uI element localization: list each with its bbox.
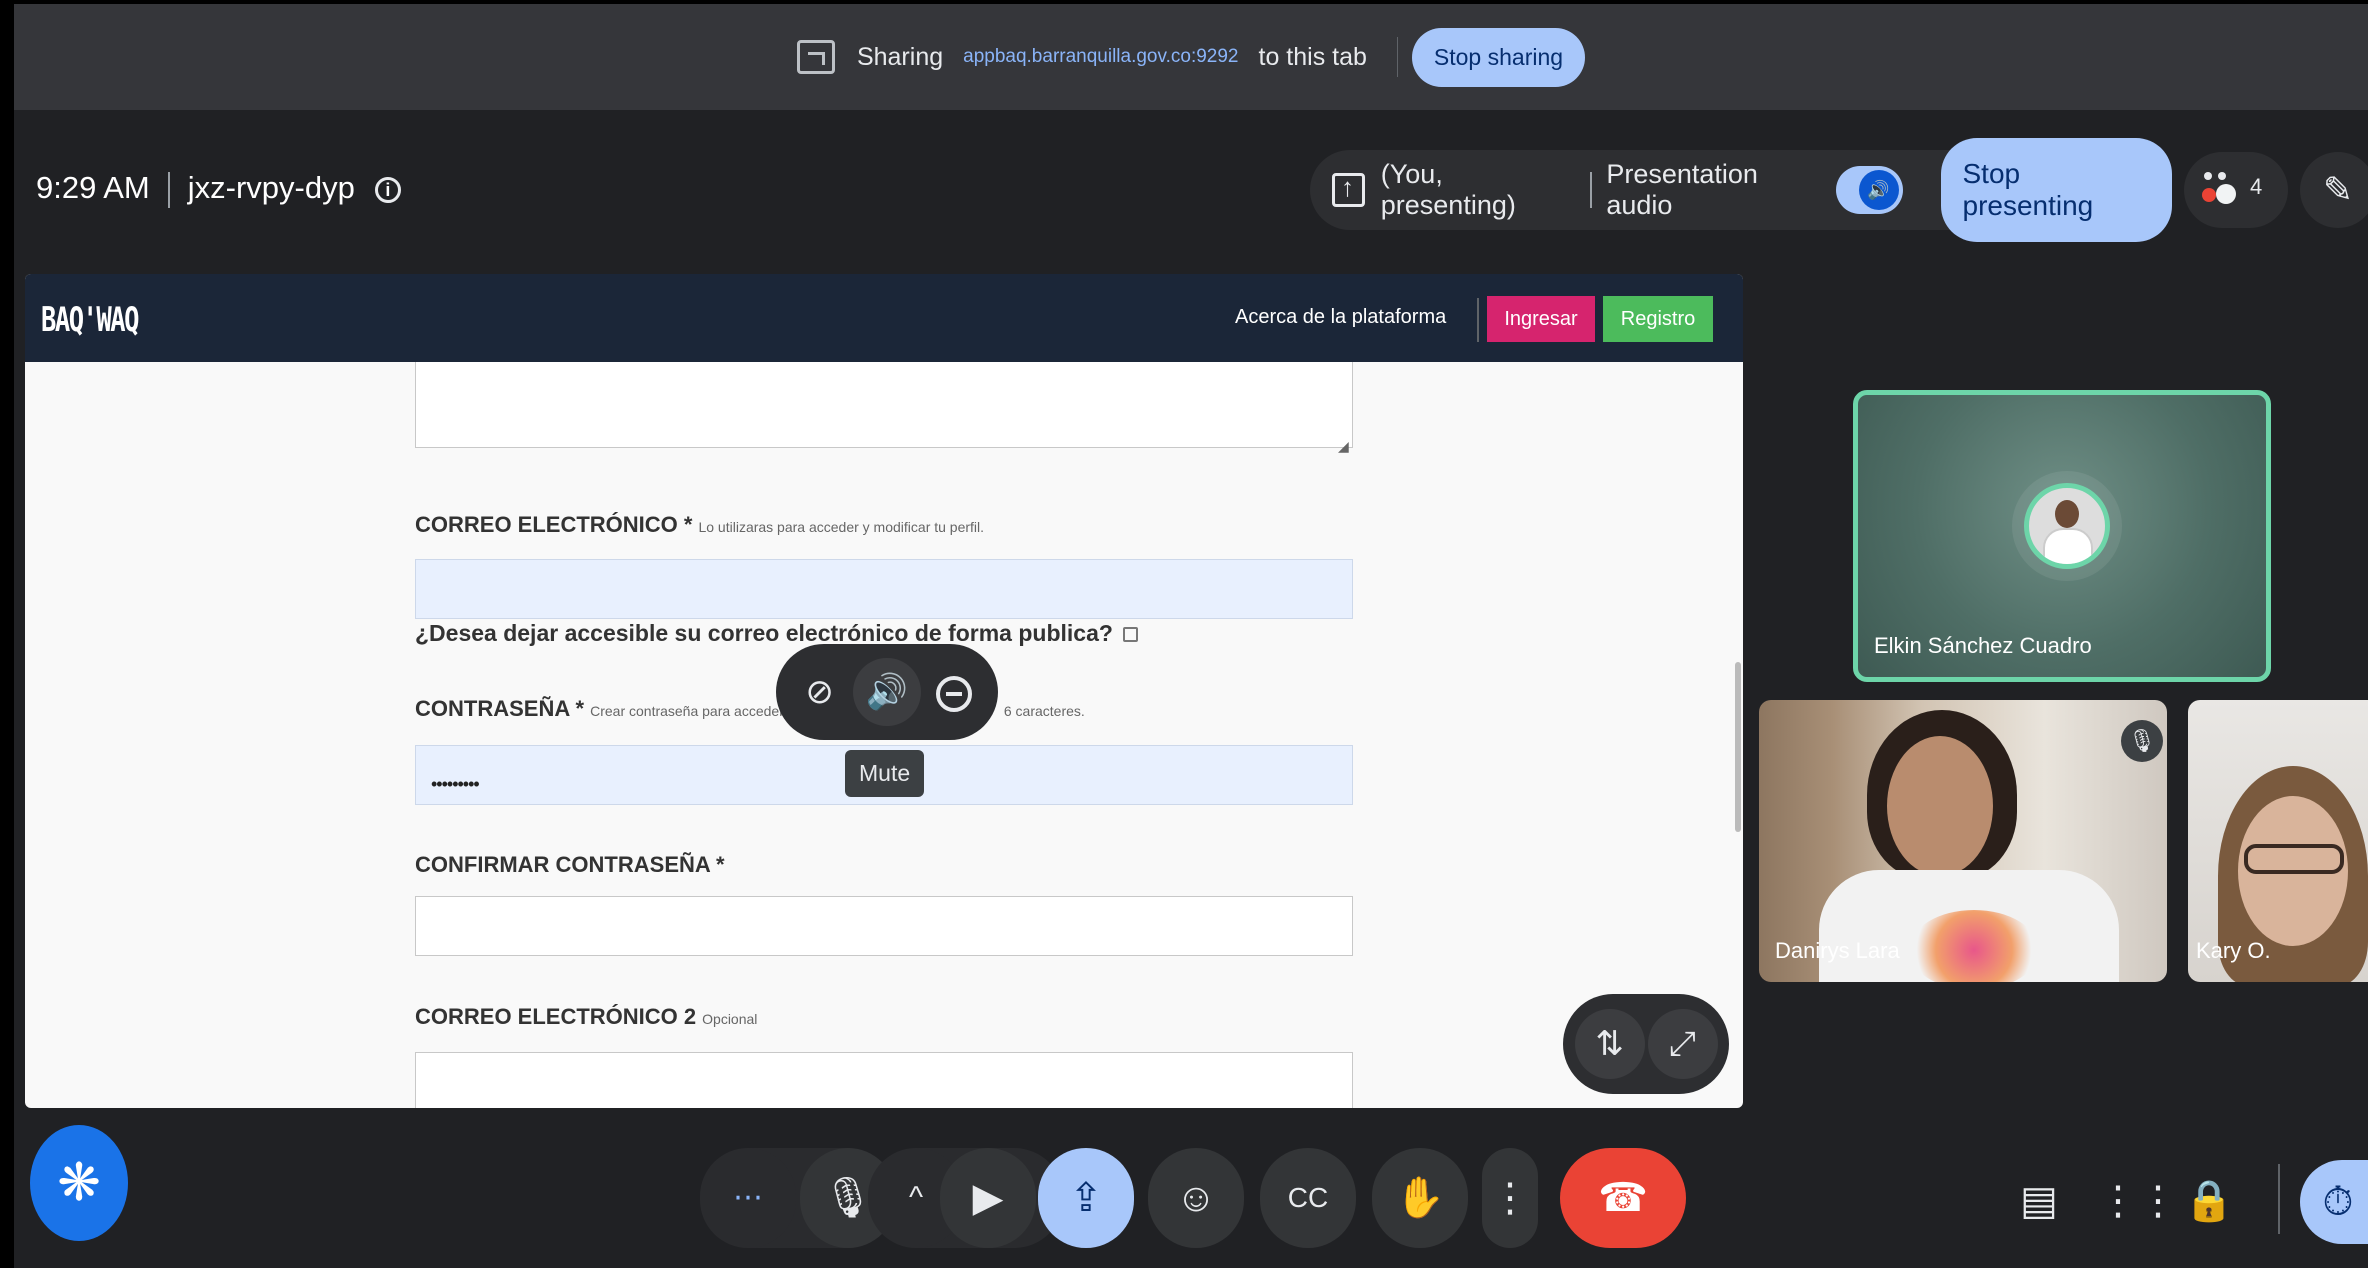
meeting-time: 9:29 AM bbox=[36, 170, 150, 205]
unpin-icon[interactable]: ⊘ bbox=[786, 658, 853, 726]
email-label: CORREO ELECTRÓNICO * Lo utilizaras para a… bbox=[415, 512, 984, 538]
confirm-password-label: CONFIRMAR CONTRASEÑA * bbox=[415, 852, 725, 877]
chat-icon[interactable]: ▤ bbox=[2014, 1176, 2064, 1226]
people-button[interactable]: 4 bbox=[2184, 152, 2288, 228]
meeting-info: 9:29 AM jxz-rvpy-dyp i bbox=[36, 170, 401, 208]
meeting-code: jxz-rvpy-dyp bbox=[187, 170, 355, 205]
mute-tooltip: Mute bbox=[845, 750, 925, 797]
sharing-suffix: to this tab bbox=[1258, 42, 1367, 71]
resize-handle-icon[interactable]: ◢ bbox=[1338, 438, 1349, 455]
stop-presenting-button[interactable]: Stop presenting bbox=[1940, 138, 2172, 242]
banner-divider bbox=[1396, 37, 1398, 77]
register-button[interactable]: Registro bbox=[1603, 296, 1713, 342]
captions-icon[interactable]: CC bbox=[1260, 1148, 1356, 1248]
password-value: ••••••••• bbox=[431, 774, 480, 794]
magic-edit-icon[interactable]: ✎ bbox=[2300, 152, 2368, 228]
meeting-header: 9:29 AM jxz-rvpy-dyp i (You, presenting) P… bbox=[14, 110, 2368, 270]
password-label-text: CONTRASEÑA * bbox=[415, 696, 585, 721]
presenting-label: (You, presenting) bbox=[1380, 159, 1516, 220]
meet-window: Sharing appbaq.barranquilla.gov.co:9292 … bbox=[14, 4, 2368, 1268]
participant-name: Kary O. bbox=[2196, 938, 2271, 963]
expand-icon[interactable]: ⤢ bbox=[1647, 1009, 1718, 1079]
nav-divider bbox=[1477, 298, 1479, 342]
participant-name: Danirys Lara bbox=[1775, 938, 1900, 963]
participant-count: 4 bbox=[2250, 174, 2263, 199]
confirm-password-field[interactable] bbox=[415, 896, 1353, 956]
public-email-checkbox[interactable] bbox=[1122, 627, 1138, 643]
public-email-question-text: ¿Desea dejar accesible su correo electró… bbox=[415, 620, 1113, 646]
sharing-banner: Sharing appbaq.barranquilla.gov.co:9292 … bbox=[14, 4, 2368, 110]
email-hint: Lo utilizaras para acceder y modificar t… bbox=[698, 519, 985, 535]
email-field[interactable] bbox=[415, 559, 1353, 619]
email-label-text: CORREO ELECTRÓNICO * bbox=[415, 512, 693, 537]
site-navbar: BAQ'WAQ Acerca de la plataforma Ingresar… bbox=[25, 274, 1743, 362]
participant-tile-elkin[interactable]: Elkin Sánchez Cuadro bbox=[1853, 390, 2271, 682]
presentation-audio-toggle[interactable]: 🔊 bbox=[1835, 166, 1903, 214]
timer-icon[interactable]: ⏱ bbox=[2300, 1160, 2368, 1244]
email2-field[interactable] bbox=[415, 1052, 1353, 1108]
sharing-label: Sharing bbox=[856, 42, 944, 71]
email2-hint: Opcional bbox=[702, 1011, 758, 1027]
page-scrollbar[interactable] bbox=[1735, 662, 1741, 832]
toolbar-divider bbox=[2278, 1164, 2280, 1234]
presentation-audio-label: Presentation audio bbox=[1606, 159, 1758, 220]
password-hint-tail: 6 caracteres. bbox=[1003, 703, 1085, 719]
remove-icon[interactable] bbox=[921, 658, 988, 726]
more-icon[interactable]: ⋯ bbox=[700, 1148, 796, 1248]
shared-url: appbaq.barranquilla.gov.co:9292 bbox=[963, 46, 1239, 67]
email2-label: CORREO ELECTRÓNICO 2 Opcional bbox=[415, 1004, 757, 1030]
participant-tile-kary[interactable]: Kary O. bbox=[2188, 700, 2368, 982]
participant-tile-danirys[interactable]: 🎙 Danirys Lara bbox=[1759, 700, 2167, 982]
share-screen-icon bbox=[796, 40, 835, 74]
raise-hand-icon[interactable]: ✋ bbox=[1372, 1148, 1468, 1248]
camera-icon[interactable]: ▶ bbox=[940, 1148, 1036, 1248]
participant-name: Elkin Sánchez Cuadro bbox=[1874, 633, 2092, 658]
email2-label-text: CORREO ELECTRÓNICO 2 bbox=[415, 1004, 697, 1029]
more-vert-icon[interactable]: ⋮ bbox=[1482, 1148, 1538, 1248]
swap-icon[interactable]: ⇅ bbox=[1574, 1009, 1645, 1079]
volume-icon[interactable]: 🔊 bbox=[853, 658, 921, 726]
public-email-question: ¿Desea dejar accesible su correo electró… bbox=[415, 620, 1138, 647]
pill-divider bbox=[1590, 172, 1593, 208]
presenting-pill: (You, presenting) Presentation audio 🔊 S… bbox=[1310, 138, 2172, 242]
login-button[interactable]: Ingresar bbox=[1487, 296, 1595, 342]
hangup-icon[interactable]: ☎ bbox=[1560, 1148, 1686, 1248]
host-controls-icon[interactable]: 🔒 bbox=[2184, 1176, 2234, 1226]
site-logo: BAQ'WAQ bbox=[41, 300, 139, 340]
participants-icon bbox=[2200, 170, 2240, 212]
stop-sharing-button[interactable]: Stop sharing bbox=[1411, 27, 1586, 87]
floating-view-controls: ⇅ ⤢ bbox=[1563, 994, 1729, 1094]
nav-about-link[interactable]: Acerca de la plataforma bbox=[1235, 306, 1446, 329]
apps-icon[interactable]: ⋮⋮ bbox=[2098, 1176, 2178, 1226]
tile-hover-controls: ⊘ 🔊 bbox=[776, 644, 998, 740]
mic-off-icon: 🎙 bbox=[2121, 720, 2163, 762]
emoji-icon[interactable]: ☺ bbox=[1148, 1148, 1244, 1248]
gemini-fab-icon[interactable]: ❋ bbox=[30, 1125, 128, 1241]
volume-icon: 🔊 bbox=[1858, 170, 1899, 210]
shared-screen: BAQ'WAQ Acerca de la plataforma Ingresar… bbox=[25, 274, 1743, 1108]
info-divider bbox=[167, 171, 170, 208]
present-icon[interactable]: ⇪ bbox=[1038, 1148, 1134, 1248]
avatar bbox=[2024, 483, 2110, 569]
password-hint: Crear contraseña para acceder bbox=[590, 703, 784, 719]
present-up-icon bbox=[1332, 172, 1365, 207]
textarea-field[interactable] bbox=[415, 362, 1353, 448]
info-icon[interactable]: i bbox=[374, 176, 401, 203]
